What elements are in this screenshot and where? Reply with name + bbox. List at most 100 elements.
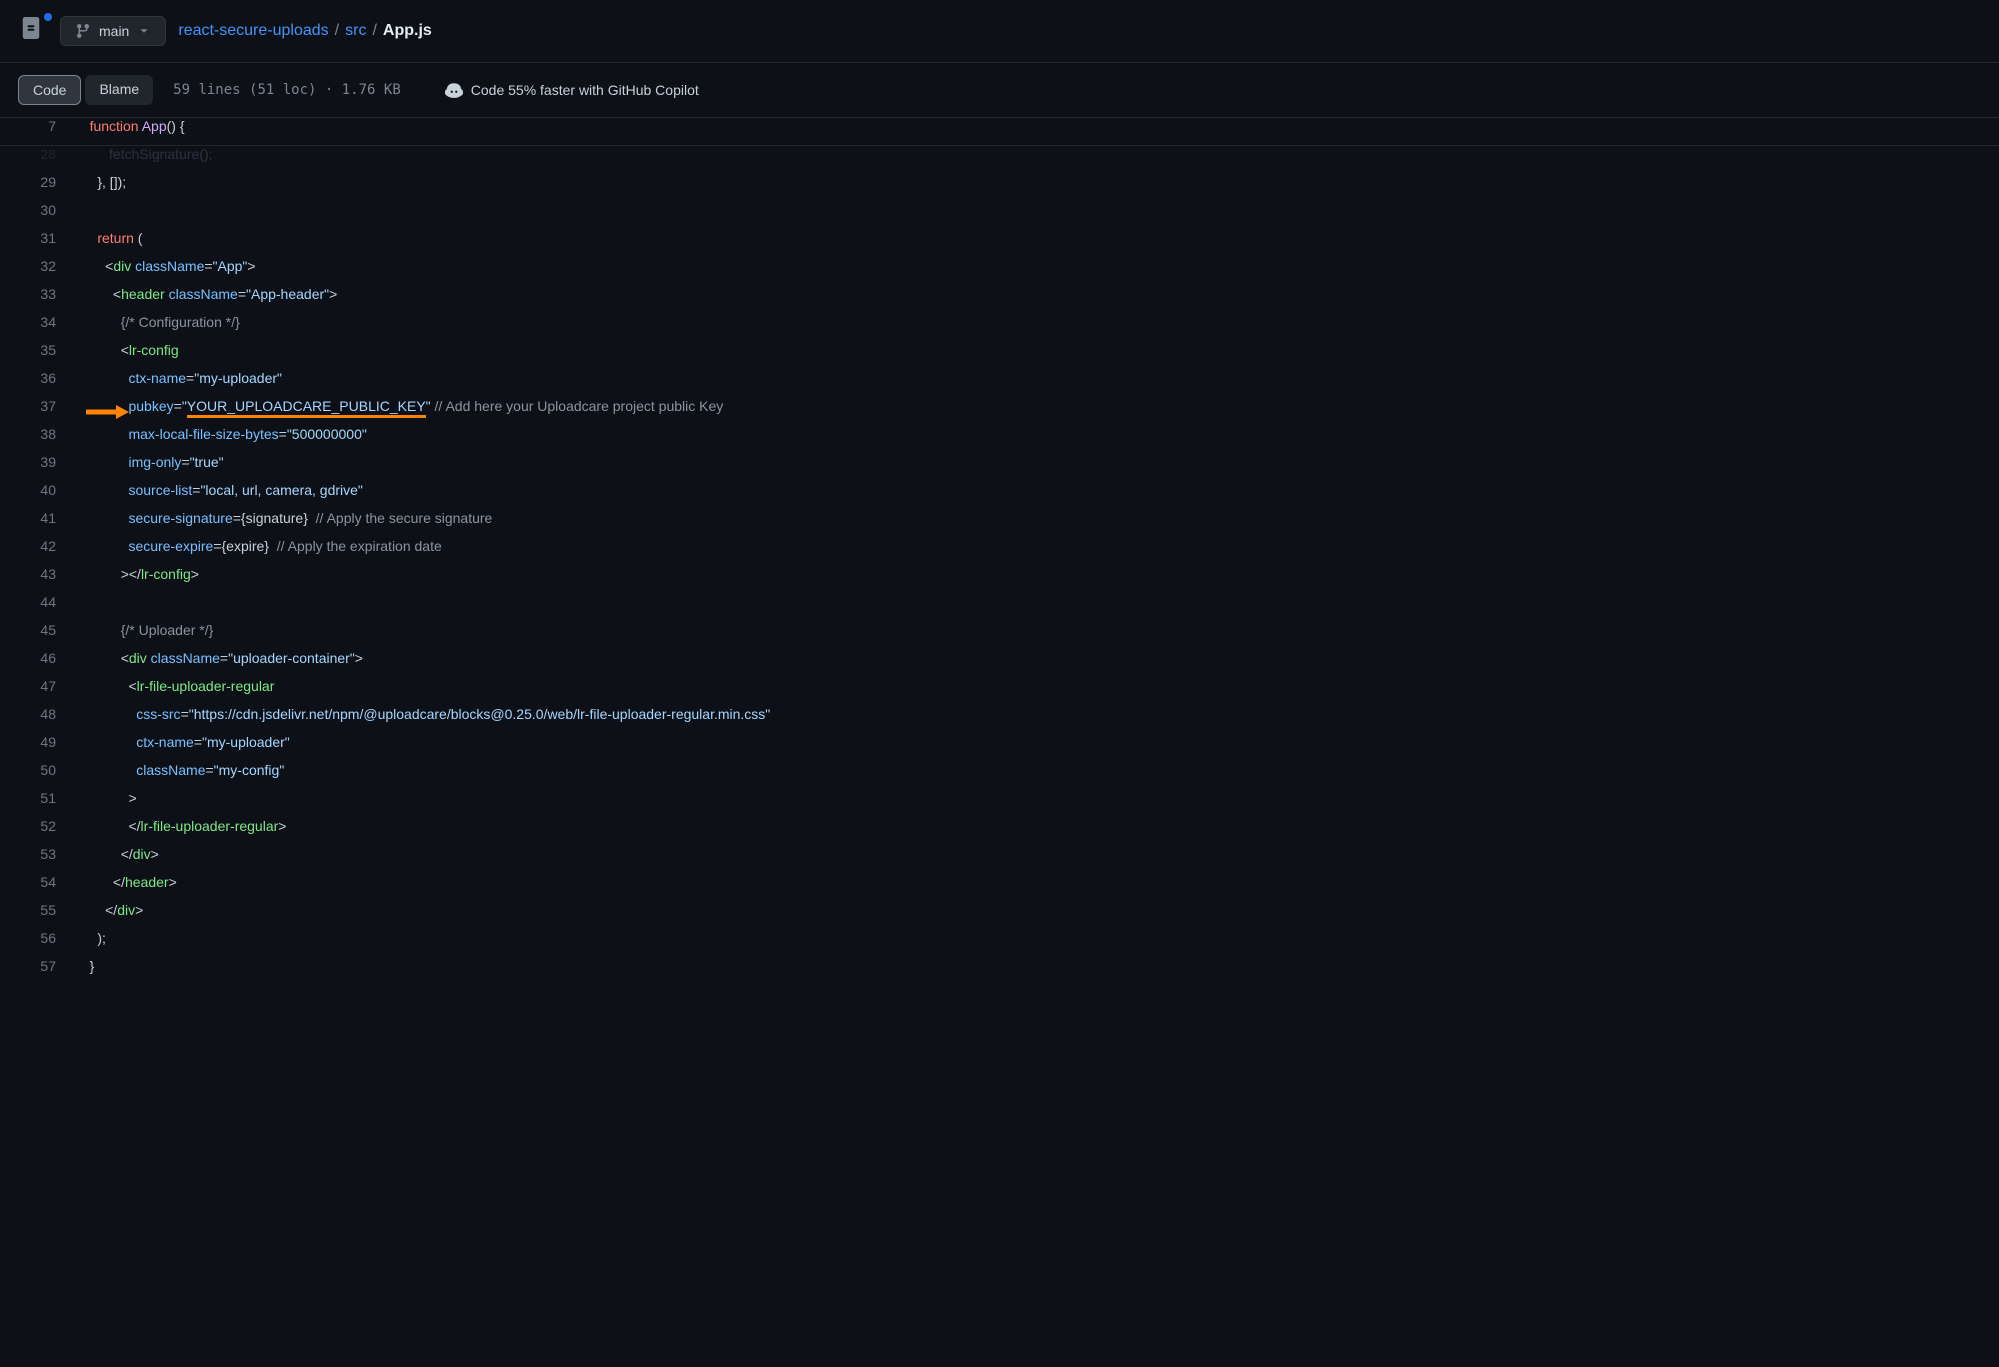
- code-line: secure-expire={expire} // Apply the expi…: [74, 538, 1999, 566]
- code-row: 35 <lr-config: [0, 342, 1999, 370]
- breadcrumb-repo[interactable]: react-secure-uploads: [178, 22, 328, 40]
- breadcrumb: react-secure-uploads / src / App.js: [178, 22, 431, 40]
- code-line: ctx-name="my-uploader": [74, 734, 1999, 762]
- code-line: ></lr-config>: [74, 566, 1999, 594]
- line-number[interactable]: 29: [0, 174, 74, 202]
- code-row: 29 }, []);: [0, 174, 1999, 202]
- code-line: max-local-file-size-bytes="500000000": [74, 426, 1999, 454]
- line-number[interactable]: 40: [0, 482, 74, 510]
- line-number[interactable]: 32: [0, 258, 74, 286]
- chevron-down-icon: [137, 24, 151, 38]
- tab-code[interactable]: Code: [18, 75, 81, 105]
- breadcrumb-sep: /: [335, 22, 339, 40]
- code-line-sticky: function App() {: [74, 118, 1999, 146]
- code-row: 55 </div>: [0, 902, 1999, 930]
- code-line: source-list="local, url, camera, gdrive": [74, 482, 1999, 510]
- branch-selector[interactable]: main: [60, 16, 166, 46]
- code-line: <div className="App">: [74, 258, 1999, 286]
- line-number[interactable]: 39: [0, 454, 74, 482]
- line-number[interactable]: 51: [0, 790, 74, 818]
- line-number[interactable]: 36: [0, 370, 74, 398]
- code-row: 43 ></lr-config>: [0, 566, 1999, 594]
- line-number[interactable]: 34: [0, 314, 74, 342]
- code-row: 51 >: [0, 790, 1999, 818]
- line-number[interactable]: 28: [0, 146, 74, 174]
- code-row: 33 <header className="App-header">: [0, 286, 1999, 314]
- code-row: 45 {/* Uploader */}: [0, 622, 1999, 650]
- file-tree-icon[interactable]: [20, 17, 48, 45]
- copilot-prompt[interactable]: Code 55% faster with GitHub Copilot: [445, 81, 699, 99]
- code-row: 41 secure-signature={signature} // Apply…: [0, 510, 1999, 538]
- line-number[interactable]: 47: [0, 678, 74, 706]
- line-number[interactable]: 55: [0, 902, 74, 930]
- code-line: {/* Configuration */}: [74, 314, 1999, 342]
- code-line: pubkey="YOUR_UPLOADCARE_PUBLIC_KEY" // A…: [74, 398, 1999, 426]
- line-number[interactable]: 56: [0, 930, 74, 958]
- code-row: 44: [0, 594, 1999, 622]
- view-tabs: Code Blame: [18, 75, 153, 105]
- line-number[interactable]: 37: [0, 398, 74, 426]
- line-number[interactable]: 7: [0, 118, 74, 146]
- file-header: main react-secure-uploads / src / App.js: [0, 0, 1999, 63]
- code-line: </div>: [74, 846, 1999, 874]
- line-number[interactable]: 42: [0, 538, 74, 566]
- code-line: <lr-config: [74, 342, 1999, 370]
- code-row: 56 );: [0, 930, 1999, 958]
- code-line: {/* Uploader */}: [74, 622, 1999, 650]
- code-line: <header className="App-header">: [74, 286, 1999, 314]
- line-number[interactable]: 50: [0, 762, 74, 790]
- notification-dot: [44, 13, 52, 21]
- copilot-text: Code 55% faster with GitHub Copilot: [471, 82, 699, 98]
- line-number[interactable]: 49: [0, 734, 74, 762]
- code-line: >: [74, 790, 1999, 818]
- code-row: 53 </div>: [0, 846, 1999, 874]
- sticky-header-line: 7 function App() {: [0, 118, 1999, 146]
- line-number[interactable]: 53: [0, 846, 74, 874]
- line-number[interactable]: 43: [0, 566, 74, 594]
- code-line: <lr-file-uploader-regular: [74, 678, 1999, 706]
- code-line: [74, 594, 1999, 622]
- line-number[interactable]: 52: [0, 818, 74, 846]
- code-line: <div className="uploader-container">: [74, 650, 1999, 678]
- breadcrumb-sep: /: [372, 22, 376, 40]
- line-number[interactable]: 44: [0, 594, 74, 622]
- code-line: [74, 202, 1999, 230]
- copilot-icon: [445, 81, 463, 99]
- stats-lines: 59 lines (51 loc): [173, 82, 316, 98]
- code-row: 37 pubkey="YOUR_UPLOADCARE_PUBLIC_KEY" /…: [0, 398, 1999, 426]
- line-number[interactable]: 31: [0, 230, 74, 258]
- line-number[interactable]: 45: [0, 622, 74, 650]
- code-row: 38 max-local-file-size-bytes="500000000": [0, 426, 1999, 454]
- code-line: img-only="true": [74, 454, 1999, 482]
- code-line: css-src="https://cdn.jsdelivr.net/npm/@u…: [74, 706, 1999, 734]
- breadcrumb-file: App.js: [383, 22, 432, 40]
- code-line: fetchSignature();: [74, 146, 1999, 174]
- line-number[interactable]: 41: [0, 510, 74, 538]
- line-number[interactable]: 54: [0, 874, 74, 902]
- breadcrumb-folder[interactable]: src: [345, 22, 366, 40]
- line-number[interactable]: 35: [0, 342, 74, 370]
- line-number[interactable]: 33: [0, 286, 74, 314]
- tab-blame[interactable]: Blame: [85, 75, 153, 105]
- code-row: 46 <div className="uploader-container">: [0, 650, 1999, 678]
- code-row: 47 <lr-file-uploader-regular: [0, 678, 1999, 706]
- annotation-arrow-icon: [86, 404, 130, 420]
- code-row: 32 <div className="App">: [0, 258, 1999, 286]
- code-line: }, []);: [74, 174, 1999, 202]
- line-number[interactable]: 30: [0, 202, 74, 230]
- line-number[interactable]: 38: [0, 426, 74, 454]
- line-number[interactable]: 57: [0, 958, 74, 986]
- code-row: 50 className="my-config": [0, 762, 1999, 790]
- stats-sep: ·: [316, 82, 341, 98]
- code-row: 48 css-src="https://cdn.jsdelivr.net/npm…: [0, 706, 1999, 734]
- git-branch-icon: [75, 23, 91, 39]
- code-line: </header>: [74, 874, 1999, 902]
- code-row: 31 return (: [0, 230, 1999, 258]
- code-row: 40 source-list="local, url, camera, gdri…: [0, 482, 1999, 510]
- code-row: 52 </lr-file-uploader-regular>: [0, 818, 1999, 846]
- line-number[interactable]: 48: [0, 706, 74, 734]
- code-line: return (: [74, 230, 1999, 258]
- code-row: 28 fetchSignature();: [0, 146, 1999, 174]
- code-row: 39 img-only="true": [0, 454, 1999, 482]
- line-number[interactable]: 46: [0, 650, 74, 678]
